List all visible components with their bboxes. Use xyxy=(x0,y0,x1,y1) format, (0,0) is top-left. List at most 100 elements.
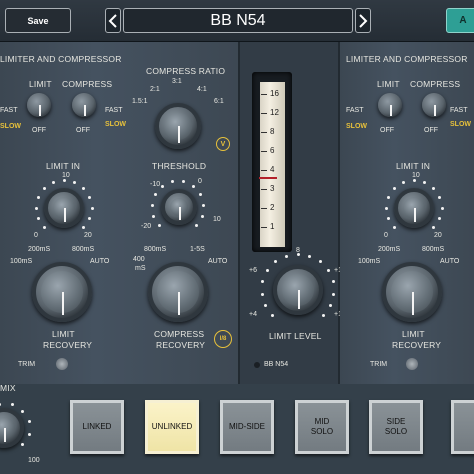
limit-recovery-label: LIMIT xyxy=(402,329,425,339)
dial-dot xyxy=(90,206,94,210)
section-title: LIMITER AND COMPRESSOR xyxy=(0,54,122,64)
dial-dot xyxy=(51,180,55,184)
unlinked-button[interactable]: UNLINKED xyxy=(145,400,199,454)
limit-in-scale-20: 20 xyxy=(84,232,92,239)
off-label: OFF xyxy=(424,127,438,134)
mid-side-button[interactable]: MID-SIDE xyxy=(220,400,274,454)
off-label: OFF xyxy=(32,127,46,134)
dial-dot xyxy=(392,186,396,190)
dial-dot xyxy=(440,206,444,210)
dial-dot xyxy=(160,184,164,188)
limit-level-plus6: +6 xyxy=(249,267,257,274)
limit-in-knob[interactable] xyxy=(44,188,84,228)
meter-scale-label: 3 xyxy=(270,184,275,193)
limit-in-label: LIMIT IN xyxy=(396,161,431,171)
fast-label: FAST xyxy=(346,107,364,114)
compress-ratio-knob[interactable] xyxy=(155,103,201,149)
preset-name-display[interactable]: BB N54 xyxy=(123,8,353,33)
linked-button[interactable]: LINKED xyxy=(70,400,124,454)
off-label: OFF xyxy=(76,127,90,134)
compress-recovery-1-5s: 1-5S xyxy=(190,246,205,253)
dial-dot xyxy=(42,186,46,190)
dial-dot xyxy=(34,206,38,210)
side-solo-button[interactable]: SIDE SOLO xyxy=(369,400,423,454)
vu-meter-needle xyxy=(259,177,277,179)
limit-in-label: LIMIT IN xyxy=(46,161,81,171)
dial-dot xyxy=(401,180,405,184)
meter-scale-label: 8 xyxy=(270,127,275,136)
compress-recovery-auto: AUTO xyxy=(208,258,228,265)
dial-dot xyxy=(384,206,388,210)
ratio-1-5-1: 1.5:1 xyxy=(132,98,148,105)
dial-dot xyxy=(194,223,198,227)
compress-recovery-400: 400 xyxy=(133,256,145,263)
compress-speed-knob[interactable] xyxy=(422,93,446,117)
threshold-0: 0 xyxy=(198,178,202,185)
limit-speed-knob[interactable] xyxy=(378,93,402,117)
dial-dot xyxy=(386,195,390,199)
dial-dot xyxy=(158,223,162,227)
compress-label: COMPRESS xyxy=(410,79,461,89)
dial-dot xyxy=(296,252,300,256)
ratio-6-1: 6:1 xyxy=(214,98,224,105)
trim-knob[interactable] xyxy=(56,358,68,370)
compress-recovery-knob[interactable] xyxy=(148,262,208,322)
ratio-3-1: 3:1 xyxy=(172,78,182,85)
mid-side-button-label: MID-SIDE xyxy=(229,421,265,431)
mix-label: MIX xyxy=(0,383,16,393)
threshold-10: 10 xyxy=(213,216,221,223)
dial-dot xyxy=(192,184,196,188)
compress-label: COMPRESS xyxy=(62,79,113,89)
partial-mode-button[interactable] xyxy=(451,400,474,454)
ratio-2-1: 2:1 xyxy=(150,86,160,93)
limit-recovery-auto: AUTO xyxy=(90,258,110,265)
dial-dot xyxy=(36,217,40,221)
slow-label: SLOW xyxy=(105,121,126,128)
meter-tick xyxy=(261,94,267,95)
dial-dot xyxy=(271,313,275,317)
mid-solo-button[interactable]: MID SOLO xyxy=(295,400,349,454)
limit-recovery-knob[interactable] xyxy=(382,262,442,322)
prev-preset-button[interactable] xyxy=(105,8,121,33)
dial-dot xyxy=(386,217,390,221)
dial-dot xyxy=(332,292,336,296)
threshold-minus20: -20 xyxy=(141,223,152,230)
meter-tick xyxy=(261,227,267,228)
limit-recovery-auto: AUTO xyxy=(440,258,460,265)
trim-knob[interactable] xyxy=(406,358,418,370)
next-preset-button[interactable] xyxy=(355,8,371,33)
slow-label: SLOW xyxy=(346,123,367,130)
limit-label: LIMIT xyxy=(377,79,400,89)
limit-recovery-label: RECOVERY xyxy=(392,340,442,350)
fast-label: FAST xyxy=(450,107,468,114)
limit-in-knob[interactable] xyxy=(394,188,434,228)
save-button[interactable]: Save xyxy=(5,8,71,33)
limit-recovery-200ms: 200mS xyxy=(28,246,51,253)
limit-recovery-100ms: 100mS xyxy=(358,258,381,265)
limit-level-label: LIMIT LEVEL xyxy=(269,331,322,341)
dial-dot xyxy=(284,254,288,258)
limit-level-plus4: +4 xyxy=(249,311,257,318)
meter-tick xyxy=(261,189,267,190)
trim-label: TRIM xyxy=(370,361,388,368)
limit-level-knob[interactable] xyxy=(273,265,323,315)
section-title: LIMITER AND COMPRESSOR xyxy=(346,54,468,64)
meter-tick xyxy=(261,113,267,114)
dial-dot xyxy=(62,178,66,182)
meter-scale-label: 2 xyxy=(270,203,275,212)
limit-speed-knob[interactable] xyxy=(27,93,51,117)
meter-tick xyxy=(261,151,267,152)
model-name: BB N54 xyxy=(264,361,289,368)
limit-recovery-label: RECOVERY xyxy=(43,340,93,350)
threshold-knob[interactable] xyxy=(161,189,197,225)
ab-compare-button[interactable]: A xyxy=(446,8,474,33)
compress-speed-knob[interactable] xyxy=(72,93,96,117)
chevron-left-icon xyxy=(108,13,117,28)
limit-label: LIMIT xyxy=(29,79,52,89)
threshold-minus10: -10 xyxy=(150,181,161,188)
trim-label: TRIM xyxy=(18,361,36,368)
meter-scale-label: 12 xyxy=(270,108,279,117)
limit-recovery-knob[interactable] xyxy=(32,262,92,322)
compress-ratio-label: COMPRESS RATIO xyxy=(146,66,226,76)
limit-in-scale-10: 10 xyxy=(62,172,70,179)
